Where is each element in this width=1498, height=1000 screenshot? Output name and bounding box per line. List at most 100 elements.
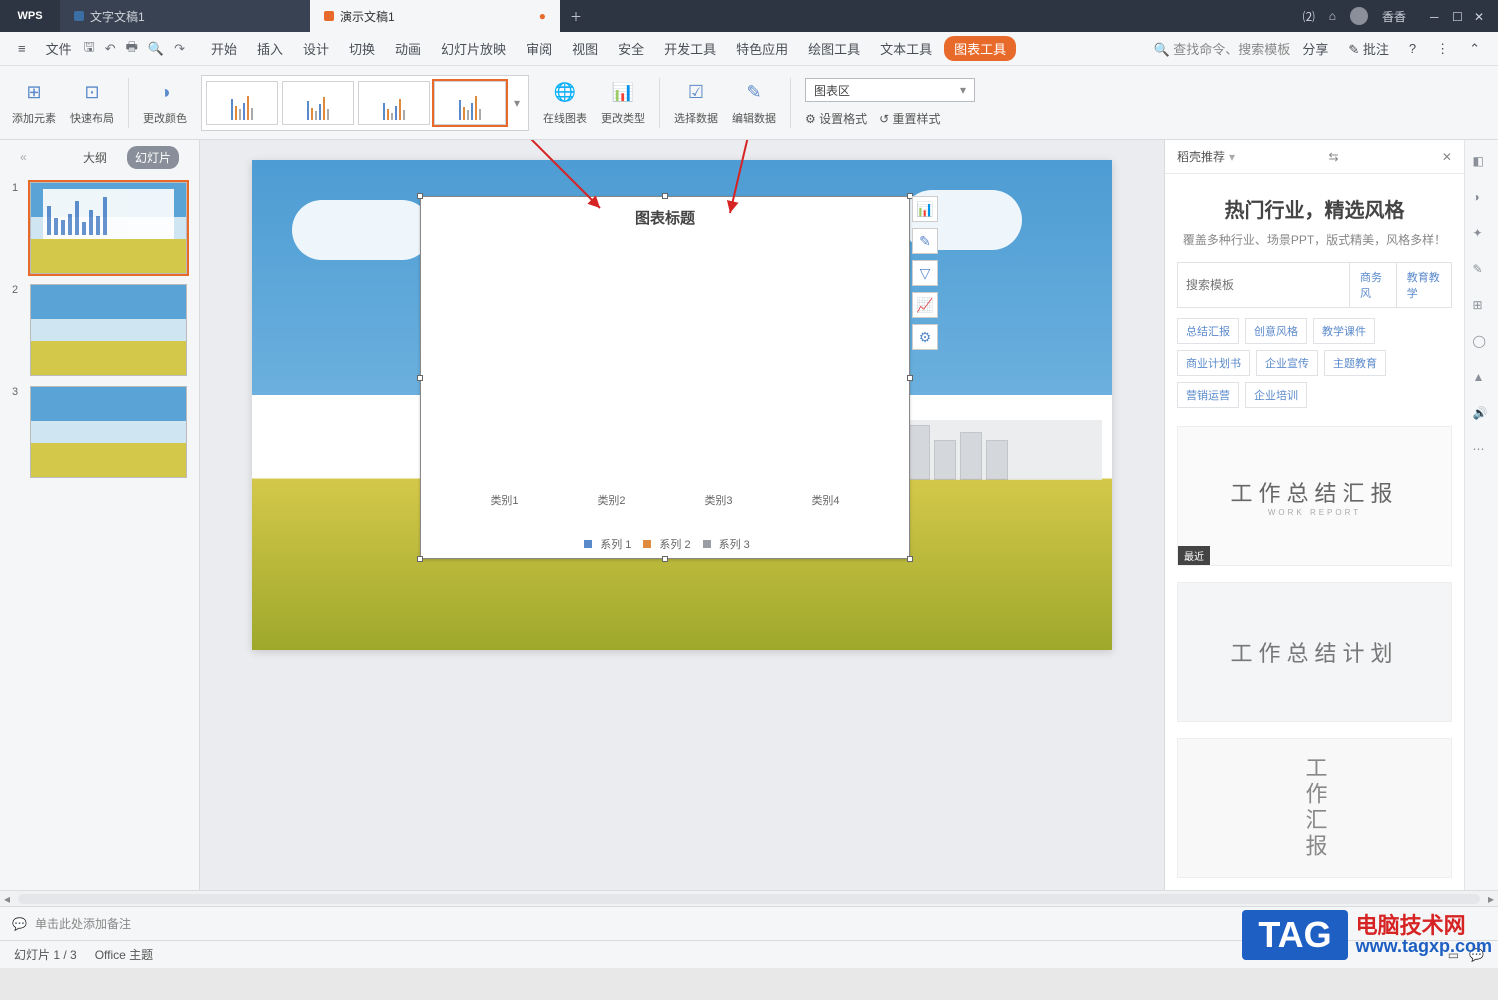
resize-handle[interactable] (907, 556, 913, 562)
ribbon-tab[interactable]: 文本工具 (872, 35, 940, 62)
template-tag[interactable]: 教学课件 (1313, 318, 1375, 344)
chart-elements-icon[interactable]: 📊 (912, 196, 938, 222)
chart-style-4[interactable] (434, 81, 506, 125)
share-button[interactable]: 分享 (1294, 35, 1336, 62)
wps-logo[interactable]: WPS (0, 0, 60, 32)
apps-icon[interactable]: ⌂ (1329, 9, 1336, 23)
rail-animation-icon[interactable]: ✦ (1473, 226, 1491, 244)
slides-tab[interactable]: 幻灯片 (127, 146, 179, 169)
chart-settings-icon[interactable]: ⚙ (912, 324, 938, 350)
notification-icon[interactable]: ⑵ (1303, 8, 1315, 25)
ribbon-tab[interactable]: 幻灯片放映 (433, 35, 514, 62)
template-search-input[interactable] (1178, 263, 1349, 307)
resize-handle[interactable] (907, 375, 913, 381)
add-element-button[interactable]: ⊞添加元素 (12, 80, 56, 126)
slide-canvas[interactable]: 图表标题 4.32.422.54.423.51.834.52.85 类别1类别2… (252, 160, 1112, 650)
chart-layout-icon[interactable]: 📈 (912, 292, 938, 318)
chart-legend[interactable]: 系列 1系列 2系列 3 (421, 536, 909, 552)
rail-image-icon[interactable]: ▲ (1473, 370, 1491, 388)
resize-handle[interactable] (417, 375, 423, 381)
preview-icon[interactable]: 🔍 (148, 41, 164, 57)
template-tag[interactable]: 主题教育 (1324, 350, 1386, 376)
new-tab-button[interactable]: ＋ (560, 0, 592, 32)
rightpanel-options-icon[interactable]: ⇆ (1328, 150, 1338, 164)
notes-icon[interactable]: 💬 (12, 917, 27, 931)
hscroll-track[interactable] (18, 894, 1480, 904)
hscroll-left[interactable]: ◂ (0, 892, 14, 906)
ribbon-tab[interactable]: 审阅 (518, 35, 560, 62)
resize-handle[interactable] (417, 556, 423, 562)
chart-plot-area[interactable]: 4.32.422.54.423.51.834.52.85 类别1类别2类别3类别… (451, 237, 879, 508)
quick-layout-button[interactable]: ⊡快速布局 (70, 80, 114, 126)
maximize-button[interactable]: ☐ (1452, 10, 1464, 22)
comment-button[interactable]: ✎ 批注 (1340, 35, 1397, 62)
ribbon-tab[interactable]: 设计 (295, 35, 337, 62)
rail-audio-icon[interactable]: 🔊 (1473, 406, 1491, 424)
template-tag[interactable]: 创意风格 (1245, 318, 1307, 344)
search-tag-business[interactable]: 商务风 (1349, 263, 1396, 307)
search-tag-education[interactable]: 教育教学 (1396, 263, 1451, 307)
rail-design-icon[interactable]: ◧ (1473, 154, 1491, 172)
user-avatar[interactable] (1350, 7, 1368, 25)
outline-tab[interactable]: 大纲 (75, 146, 115, 169)
slide-thumb-1[interactable]: 1 (12, 182, 187, 274)
select-data-button[interactable]: ☑选择数据 (674, 80, 718, 126)
chart-style-2[interactable] (282, 81, 354, 125)
chart-object[interactable]: 图表标题 4.32.422.54.423.51.834.52.85 类别1类别2… (420, 196, 910, 559)
template-tag[interactable]: 企业宣传 (1256, 350, 1318, 376)
collapse-ribbon-icon[interactable]: ⌃ (1461, 37, 1488, 61)
rail-shapes-icon[interactable]: ◯ (1473, 334, 1491, 352)
panel-collapse-icon[interactable]: « (20, 150, 27, 164)
change-type-button[interactable]: 📊更改类型 (601, 80, 645, 126)
online-chart-button[interactable]: 🌐在线图表 (543, 80, 587, 126)
notes-placeholder[interactable]: 单击此处添加备注 (35, 915, 131, 932)
rightpanel-close-icon[interactable]: ✕ (1442, 150, 1452, 164)
chart-styles-icon[interactable]: ✎ (912, 228, 938, 254)
ribbon-tab[interactable]: 开发工具 (656, 35, 724, 62)
ribbon-tab-chart-tools[interactable]: 图表工具 (944, 36, 1016, 61)
template-card-1[interactable]: 工作总结汇报WORK REPORT 最近 (1177, 426, 1452, 566)
gallery-more-icon[interactable]: ▾ (510, 96, 524, 110)
document-tab-ppt1[interactable]: 演示文稿1● (310, 0, 560, 32)
app-menu-button[interactable]: ≡ (10, 37, 34, 60)
ribbon-tab[interactable]: 切换 (341, 35, 383, 62)
rail-transition-icon[interactable]: ◑ (1473, 190, 1491, 208)
settings-icon[interactable]: ⋮ (1428, 37, 1457, 61)
ribbon-tab[interactable]: 特色应用 (728, 35, 796, 62)
slide-thumb-2[interactable]: 2 (12, 284, 187, 376)
template-card-2[interactable]: 工作总结计划 (1177, 582, 1452, 722)
close-button[interactable]: ✕ (1474, 10, 1486, 22)
ribbon-tab[interactable]: 插入 (249, 35, 291, 62)
chart-element-select[interactable]: 图表区▾ (805, 78, 975, 102)
resize-handle[interactable] (417, 193, 423, 199)
reset-style-button[interactable]: ↺ 重置样式 (879, 110, 940, 127)
save-icon[interactable]: 🖫 (84, 38, 95, 60)
ribbon-tab[interactable]: 动画 (387, 35, 429, 62)
minimize-button[interactable]: ─ (1430, 10, 1442, 22)
rail-tools-icon[interactable]: ✎ (1473, 262, 1491, 280)
slide-thumb-3[interactable]: 3 (12, 386, 187, 478)
file-menu[interactable]: 文件 (38, 35, 80, 62)
template-tag[interactable]: 营销运营 (1177, 382, 1239, 408)
help-button[interactable]: ? (1401, 37, 1424, 60)
template-tag[interactable]: 企业培训 (1245, 382, 1307, 408)
rail-search-icon[interactable]: ⊞ (1473, 298, 1491, 316)
template-tag[interactable]: 商业计划书 (1177, 350, 1250, 376)
ribbon-tab[interactable]: 安全 (610, 35, 652, 62)
chart-title[interactable]: 图表标题 (421, 197, 909, 238)
template-card-3[interactable]: 工作汇报 (1177, 738, 1452, 878)
set-format-button[interactable]: ⚙ 设置格式 (805, 110, 867, 127)
undo-icon[interactable]: ↶ (105, 41, 116, 57)
template-tag[interactable]: 总结汇报 (1177, 318, 1239, 344)
edit-data-button[interactable]: ✎编辑数据 (732, 80, 776, 126)
chart-style-1[interactable] (206, 81, 278, 125)
ribbon-tab[interactable]: 视图 (564, 35, 606, 62)
chart-style-3[interactable] (358, 81, 430, 125)
chart-filters-icon[interactable]: ▽ (912, 260, 938, 286)
ribbon-tab[interactable]: 开始 (203, 35, 245, 62)
document-tab-doc1[interactable]: 文字文稿1 (60, 0, 310, 32)
change-color-button[interactable]: ◑更改颜色 (143, 80, 187, 126)
rail-more-icon[interactable]: ⋯ (1473, 442, 1491, 460)
print-icon[interactable]: 🖶 (126, 38, 138, 60)
redo-icon[interactable]: ↷ (174, 41, 185, 57)
